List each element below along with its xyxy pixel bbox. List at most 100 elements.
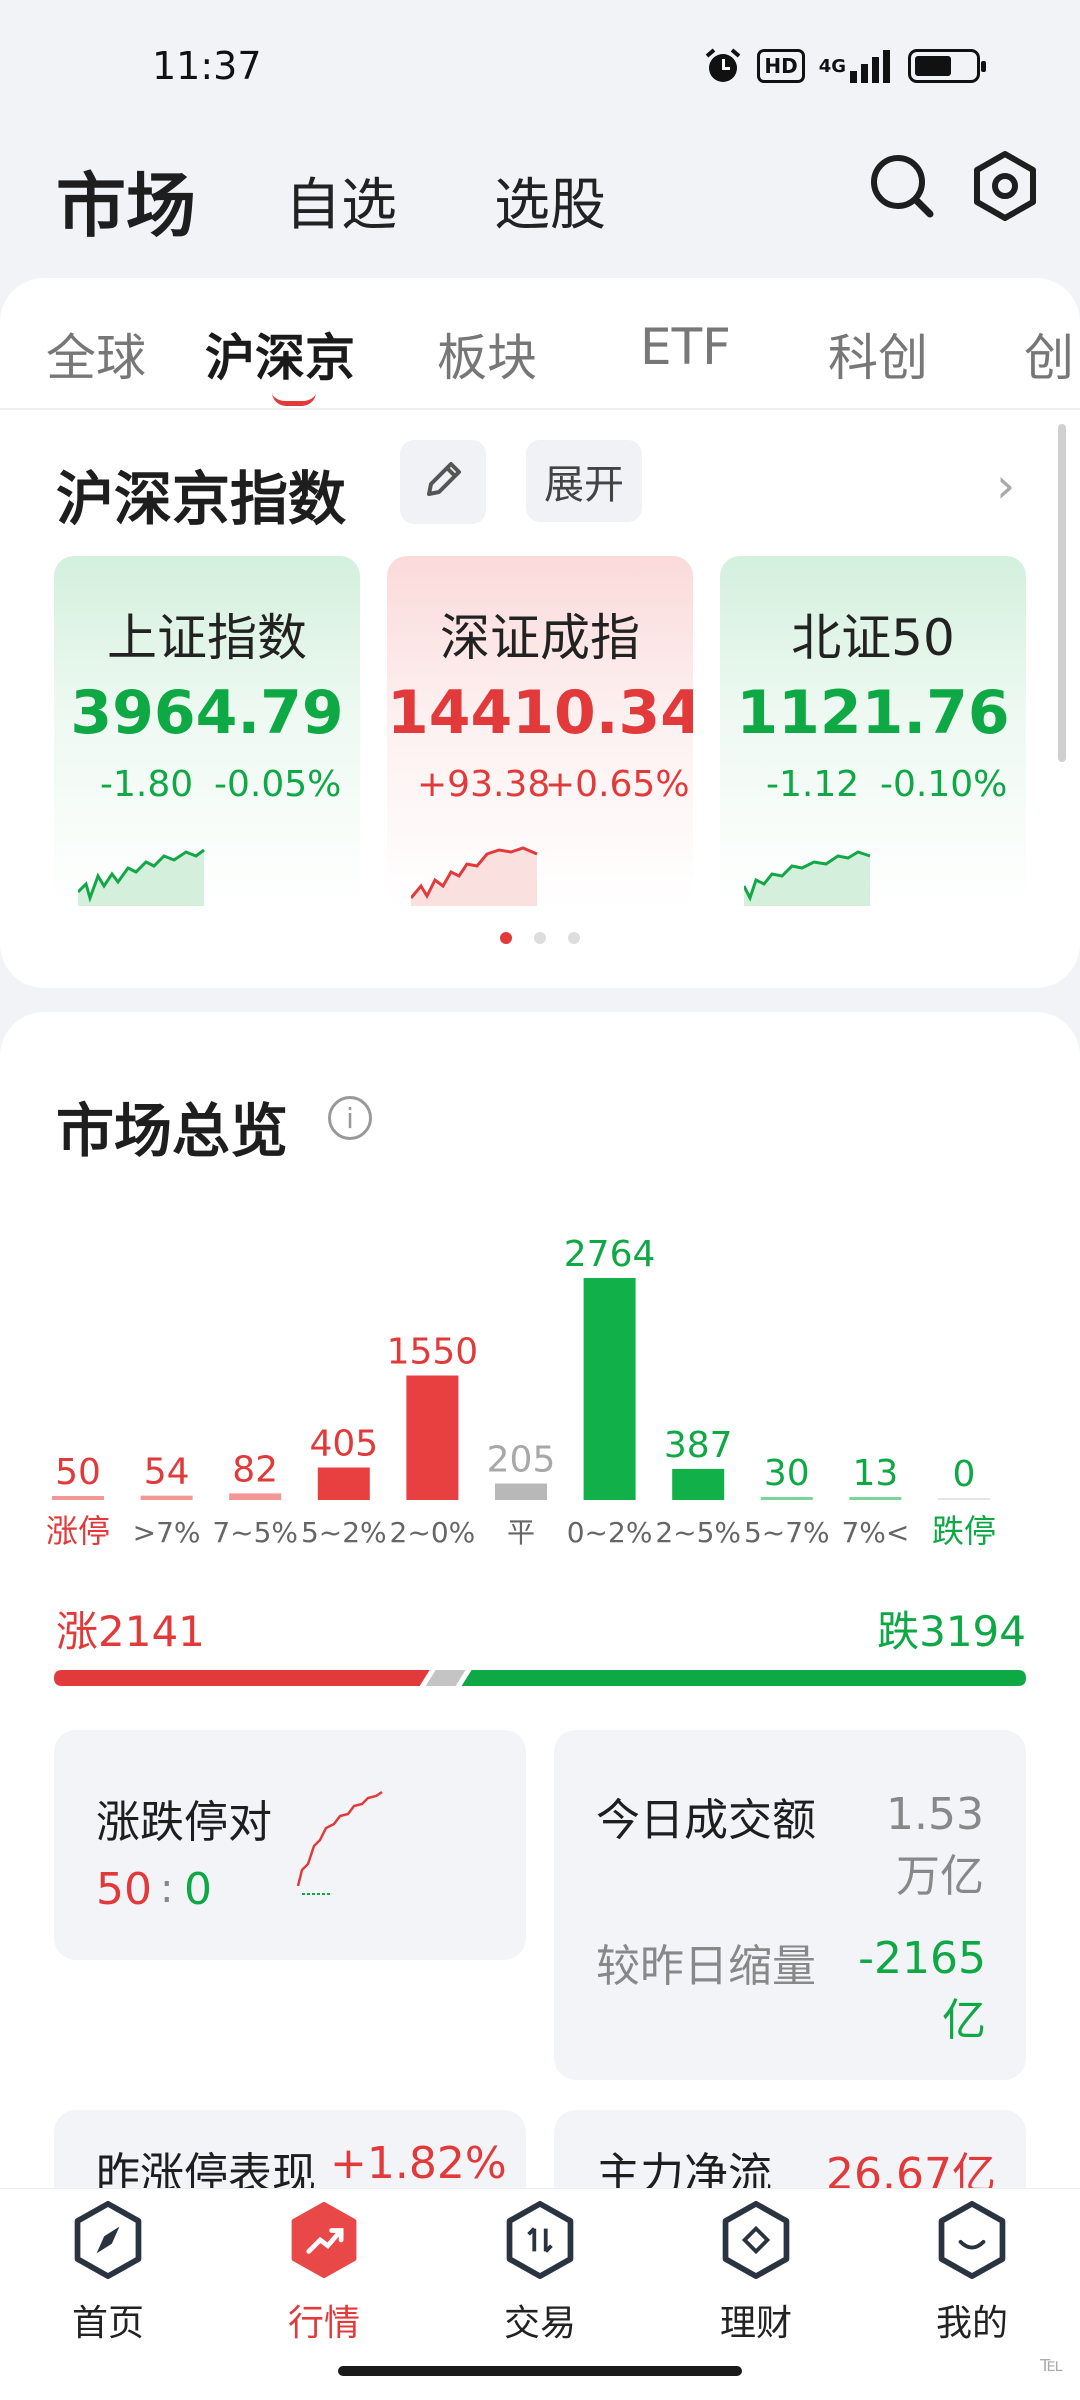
bar-value-label: 54 bbox=[144, 1452, 190, 1493]
nav-label: 行情 bbox=[287, 2303, 360, 2344]
status-time: 11:37 bbox=[152, 44, 262, 88]
bar-8 bbox=[760, 1497, 813, 1500]
bar-value-label: 0 bbox=[953, 1454, 976, 1495]
nav-label: 首页 bbox=[71, 2303, 144, 2344]
tab-watchlist[interactable]: 自选 bbox=[285, 160, 397, 241]
corner-mark: ℡ bbox=[1040, 2352, 1064, 2377]
home-indicator[interactable] bbox=[338, 2366, 742, 2376]
rise-count: 涨2141 bbox=[56, 1607, 205, 1656]
bar-value-label: 82 bbox=[232, 1449, 278, 1490]
index-value: 14410.34 bbox=[387, 678, 693, 748]
category-label: 0~2% bbox=[567, 1516, 653, 1549]
rise-fall-ratio-bar bbox=[54, 1670, 1026, 1686]
index-percent: -0.05% bbox=[214, 764, 342, 805]
bar-2 bbox=[229, 1493, 282, 1500]
compass-icon bbox=[74, 2200, 142, 2280]
sub-tab-star[interactable]: 科创 bbox=[828, 318, 928, 390]
info-icon[interactable]: i bbox=[328, 1096, 372, 1140]
bar-3 bbox=[317, 1467, 370, 1500]
bar-1 bbox=[140, 1495, 193, 1500]
index-percent: -0.10% bbox=[880, 764, 1008, 805]
nav-wealth[interactable]: 理财 bbox=[676, 2196, 836, 2346]
pencil-icon bbox=[421, 458, 465, 506]
index-change: -1.12 bbox=[766, 764, 860, 805]
nav-trade[interactable]: 交易 bbox=[460, 2196, 620, 2346]
bar-value-label: 1550 bbox=[387, 1332, 479, 1373]
category-label: 5~7% bbox=[744, 1516, 830, 1549]
bar-10 bbox=[938, 1498, 990, 1500]
bar-4 bbox=[406, 1375, 459, 1500]
signal-4g-icon: 4G bbox=[819, 49, 894, 83]
volume-compare-value: -2165亿 bbox=[858, 1933, 986, 2046]
tab-stock-picker[interactable]: 选股 bbox=[494, 160, 606, 241]
page-dot[interactable] bbox=[568, 932, 580, 944]
wealth-icon bbox=[722, 2200, 790, 2280]
alarm-icon bbox=[703, 46, 743, 86]
section-title-index: 沪深京指数 bbox=[56, 465, 347, 533]
nav-label: 理财 bbox=[719, 2303, 792, 2344]
exchange-icon bbox=[506, 2200, 574, 2280]
sub-tab-global[interactable]: 全球 bbox=[46, 318, 146, 390]
bar-value-label: 387 bbox=[664, 1425, 733, 1466]
index-card-shenzhen[interactable]: 深证成指 14410.34 +93.38 +0.65% bbox=[387, 556, 693, 908]
limit-pair-title: 涨跌停对 bbox=[96, 1797, 272, 1848]
page-dot[interactable] bbox=[500, 932, 512, 944]
edit-button[interactable] bbox=[400, 440, 486, 524]
nav-label: 我的 bbox=[935, 2303, 1008, 2344]
expand-button[interactable]: 展开 bbox=[526, 440, 642, 522]
chevron-right-icon[interactable]: › bbox=[996, 458, 1015, 514]
bar-value-label: 2764 bbox=[564, 1234, 656, 1275]
category-label: 7%< bbox=[841, 1516, 909, 1549]
distribution-chart: 50 涨停 54 >7% 82 7~5% 405 5~2% 1550 2~0% 205 平 2764 0~… bbox=[46, 1234, 996, 1550]
limit-separator: : bbox=[160, 1866, 174, 1912]
scrollbar[interactable] bbox=[1058, 424, 1066, 762]
index-card-bz50[interactable]: 北证50 1121.76 -1.12 -0.10% bbox=[720, 556, 1026, 908]
sparkline-shanghai bbox=[78, 848, 205, 906]
limit-sparkline bbox=[296, 1790, 383, 1895]
ratio-flat-segment bbox=[425, 1670, 466, 1686]
sub-tab-sector[interactable]: 板块 bbox=[437, 318, 537, 390]
category-label: 跌停 bbox=[932, 1512, 996, 1550]
page-dot[interactable] bbox=[534, 932, 546, 944]
index-change: -1.80 bbox=[100, 764, 194, 805]
bar-value-label: 205 bbox=[487, 1440, 556, 1481]
sub-tab-chinext[interactable]: 创 bbox=[1024, 318, 1074, 390]
settings-icon[interactable] bbox=[970, 150, 1040, 222]
index-card-shanghai[interactable]: 上证指数 3964.79 -1.80 -0.05% bbox=[54, 556, 360, 908]
category-label: 涨停 bbox=[46, 1512, 110, 1550]
bar-value-label: 30 bbox=[764, 1453, 810, 1494]
ratio-down-segment bbox=[461, 1670, 1026, 1686]
fall-count: 跌3194 bbox=[877, 1607, 1026, 1656]
bar-7 bbox=[672, 1468, 725, 1500]
category-label: >7% bbox=[133, 1516, 201, 1549]
bar-9 bbox=[849, 1497, 902, 1500]
bar-6 bbox=[583, 1278, 636, 1500]
bar-value-label: 50 bbox=[55, 1452, 101, 1493]
category-label: 5~2% bbox=[301, 1516, 387, 1549]
page-title[interactable]: 市场 bbox=[56, 150, 196, 251]
category-label: 平 bbox=[507, 1516, 535, 1549]
nav-market[interactable]: 行情 bbox=[244, 2196, 404, 2346]
nav-home[interactable]: 首页 bbox=[28, 2196, 188, 2346]
yesterday-limit-value: +1.82% bbox=[330, 2138, 507, 2189]
status-icons: HD 4G bbox=[703, 46, 986, 86]
search-icon[interactable] bbox=[868, 152, 936, 220]
index-name: 上证指数 bbox=[107, 609, 307, 667]
category-label: 2~5% bbox=[655, 1516, 741, 1549]
network-text: 4G bbox=[818, 55, 846, 77]
category-label: 7~5% bbox=[212, 1516, 298, 1549]
bar-value-label: 405 bbox=[309, 1423, 378, 1464]
index-name: 深证成指 bbox=[440, 609, 640, 667]
nav-profile[interactable]: 我的 bbox=[892, 2196, 1052, 2346]
sub-tab-hushenjing[interactable]: 沪深京 bbox=[205, 318, 355, 390]
hd-text: HD bbox=[764, 54, 798, 78]
nav-label: 交易 bbox=[503, 2303, 576, 2344]
sub-tab-etf[interactable]: ETF bbox=[640, 318, 731, 376]
index-percent: +0.65% bbox=[545, 764, 690, 805]
volume-label: 今日成交额 bbox=[596, 1795, 816, 1846]
sparkline-shenzhen bbox=[411, 846, 538, 906]
index-change: +93.38 bbox=[417, 764, 551, 805]
bar-0 bbox=[52, 1495, 104, 1500]
bar-5 bbox=[495, 1483, 547, 1500]
section-title-overview: 市场总览 bbox=[56, 1097, 289, 1165]
